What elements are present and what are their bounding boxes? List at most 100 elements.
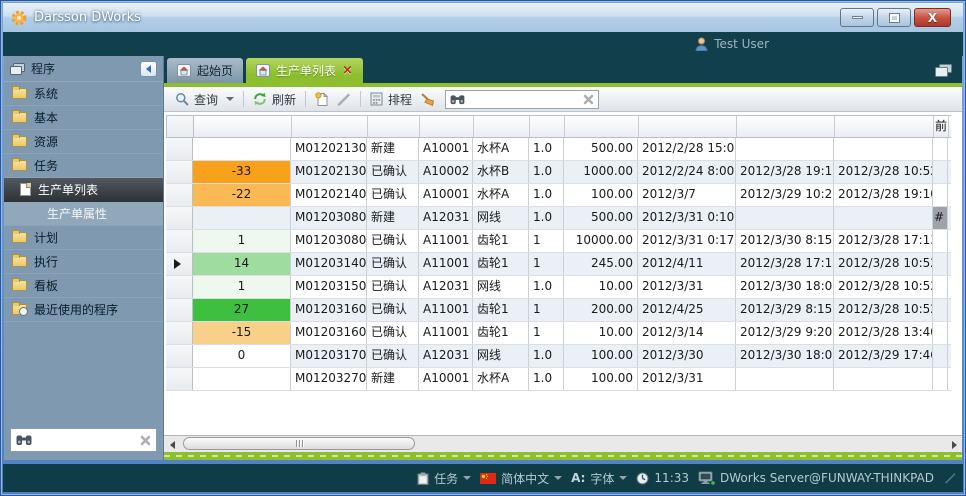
cell-item-name[interactable]: 水杯A [473,138,529,160]
resize-grip[interactable] [945,473,955,483]
row-header-cell[interactable] [166,184,193,206]
cell-order-no[interactable]: M012021302 [291,161,367,183]
schedule-button[interactable]: 排程 [366,89,416,110]
cell-order-no[interactable]: M012031501 [291,276,367,298]
cell-schedule-finish[interactable]: 2012/3/28 17:13 [736,253,834,275]
cell-status[interactable]: 已确认 [367,276,419,298]
cell-version[interactable]: 1 [529,299,564,321]
cell-item-name[interactable]: 齿轮1 [473,322,529,344]
sidebar-item[interactable]: 系统 [4,82,163,106]
cell-version[interactable]: 1.0 [529,207,564,229]
cell-status[interactable]: 已确认 [367,322,419,344]
cell-status[interactable]: 已确认 [367,161,419,183]
table-row[interactable]: -22 M012021401 已确认 A10001 水杯A 1.0 100.00… [166,184,951,207]
cell-version[interactable]: 1 [529,230,564,252]
cell-version[interactable]: 1.0 [529,161,564,183]
column-header[interactable] [737,116,835,137]
minimize-button[interactable] [840,8,874,27]
cell-schedule-start[interactable] [834,138,933,160]
cell-plan-diff-days[interactable]: -33 [193,161,291,183]
tab-close-icon[interactable]: × [342,64,353,77]
cell-version[interactable]: 1 [529,253,564,275]
cell-order-no[interactable]: M012021401 [291,184,367,206]
task-menu[interactable]: 任务 [417,470,471,487]
cell-item-name[interactable]: 网线 [473,345,529,367]
query-button[interactable]: 查询 [171,89,238,110]
partial-column-header[interactable]: 前 [934,116,949,137]
cell-quantity[interactable]: 10.00 [564,276,638,298]
cell-status[interactable]: 新建 [367,368,419,390]
cell-item-no[interactable]: A10001 [419,184,473,206]
row-header-cell[interactable] [166,230,193,252]
toolbar-search-input[interactable] [469,91,579,107]
cell-schedule-finish[interactable]: 2012/3/30 8:15 [736,230,834,252]
cell-version[interactable]: 1 [529,322,564,344]
column-header[interactable] [194,116,292,137]
new-button[interactable] [311,90,333,108]
clear-search-icon[interactable] [140,435,151,446]
title-bar[interactable]: Darsson DWorks X [3,3,963,32]
row-header-cell[interactable] [166,161,193,183]
table-row[interactable]: 1 M012031501 已确认 A12031 网线 1.0 10.00 201… [166,276,951,299]
cell-schedule-finish[interactable]: 2012/3/28 19:10 [736,161,834,183]
cell-status[interactable]: 已确认 [367,230,419,252]
sidebar-item[interactable]: 最近使用的程序 [4,298,163,322]
cell-version[interactable]: 1.0 [529,138,564,160]
cell-item-no[interactable]: A11001 [419,230,473,252]
cell-item-no[interactable]: A10001 [419,138,473,160]
cell-partial-column[interactable] [933,253,948,275]
cell-plan-diff-days[interactable] [193,368,291,390]
chevron-down-icon[interactable] [226,97,234,101]
cell-item-name[interactable]: 齿轮1 [473,253,529,275]
font-menu[interactable]: A: 字体 [571,470,627,487]
language-menu[interactable]: 简体中文 [480,470,562,487]
column-header[interactable] [639,116,737,137]
cell-item-no[interactable]: A11001 [419,253,473,275]
cell-expected-finish[interactable]: 2012/4/11 [638,253,736,275]
cell-schedule-finish[interactable]: 2012/3/30 18:00 [736,345,834,367]
column-header[interactable] [420,116,474,137]
cell-status[interactable]: 新建 [367,138,419,160]
cell-item-no[interactable]: A12031 [419,345,473,367]
cell-item-name[interactable]: 齿轮1 [473,299,529,321]
cell-schedule-start[interactable]: 2012/3/28 13:40 [834,322,933,344]
cell-item-name[interactable]: 水杯A [473,184,529,206]
cell-plan-diff-days[interactable]: 0 [193,345,291,367]
row-header-cell[interactable] [166,207,193,229]
table-row[interactable]: -33 M012021302 已确认 A10002 水杯B 1.0 1000.0… [166,161,951,184]
row-header-cell[interactable] [166,368,193,390]
cell-plan-diff-days[interactable]: 1 [193,276,291,298]
cell-schedule-finish[interactable] [736,207,834,229]
sidebar-item[interactable]: 生产单列表 [4,178,163,202]
cell-plan-diff-days[interactable]: 1 [193,230,291,252]
cell-plan-diff-days[interactable]: -15 [193,322,291,344]
cell-partial-column[interactable] [933,161,948,183]
sidebar-collapse-button[interactable] [140,61,157,77]
cell-status[interactable]: 已确认 [367,299,419,321]
cell-schedule-start[interactable]: 2012/3/28 10:52 [834,299,933,321]
cell-partial-column[interactable] [933,230,948,252]
sidebar-item[interactable]: 执行 [4,250,163,274]
cell-order-no[interactable]: M012031601 [291,299,367,321]
cell-order-no[interactable]: M012031602 [291,322,367,344]
restore-button[interactable] [877,8,911,27]
table-row[interactable]: M012032701 新建 A10001 水杯A 1.0 100.00 2012… [166,368,951,391]
tab[interactable]: 生产单列表 × [246,58,363,83]
cell-expected-finish[interactable]: 2012/3/30 [638,345,736,367]
table-row[interactable]: 0 M012031701 已确认 A12031 网线 1.0 100.00 20… [166,345,951,368]
cell-item-name[interactable]: 齿轮1 [473,230,529,252]
column-header[interactable] [835,116,934,137]
row-header-cell[interactable] [166,138,193,160]
cell-partial-column[interactable] [933,299,948,321]
cell-plan-diff-days[interactable]: 27 [193,299,291,321]
cell-status[interactable]: 已确认 [367,184,419,206]
sidebar-item[interactable]: 计划 [4,226,163,250]
cell-order-no[interactable]: M012021301 [291,138,367,160]
cell-item-no[interactable]: A11001 [419,299,473,321]
sidebar-search-input[interactable] [36,432,136,448]
cell-order-no[interactable]: M012031701 [291,345,367,367]
cell-quantity[interactable]: 100.00 [564,345,638,367]
cell-item-name[interactable]: 水杯B [473,161,529,183]
cell-item-name[interactable]: 网线 [473,276,529,298]
cell-expected-finish[interactable]: 2012/2/24 8:00 [638,161,736,183]
